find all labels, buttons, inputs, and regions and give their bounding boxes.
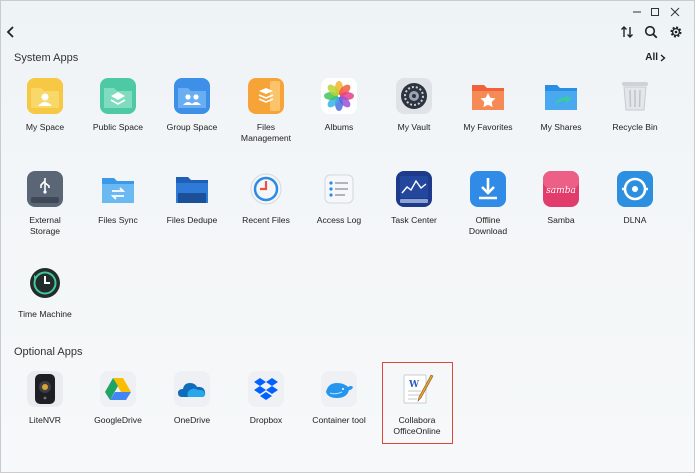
app-files-sync[interactable]: Files Sync bbox=[82, 171, 154, 226]
app-litenvr[interactable]: LiteNVR bbox=[9, 371, 81, 426]
app-label: Task Center bbox=[391, 215, 437, 225]
selection-highlight bbox=[382, 362, 453, 444]
app-public-space[interactable]: Public Space bbox=[82, 78, 154, 133]
app-container-tool[interactable]: Container tool bbox=[303, 371, 375, 426]
app-samba[interactable]: samba Samba bbox=[525, 171, 597, 226]
time-machine-icon bbox=[27, 265, 63, 301]
app-label: External Storage bbox=[29, 215, 61, 236]
folder-group-icon bbox=[174, 78, 210, 114]
minimize-icon[interactable] bbox=[629, 4, 645, 20]
chevron-left-icon[interactable] bbox=[4, 25, 18, 39]
app-label: Offline Download bbox=[468, 215, 508, 236]
app-label: My Favorites bbox=[463, 122, 513, 132]
app-recycle-bin[interactable]: Recycle Bin bbox=[599, 78, 671, 133]
chevron-right-icon bbox=[660, 53, 666, 62]
app-label: Samba bbox=[547, 215, 575, 225]
app-my-vault[interactable]: My Vault bbox=[378, 78, 450, 133]
app-albums[interactable]: Albums bbox=[303, 78, 375, 133]
app-label: DLNA bbox=[623, 215, 647, 225]
folder-layers-icon bbox=[100, 78, 136, 114]
container-whale-icon bbox=[321, 371, 357, 407]
folder-star-icon bbox=[470, 78, 506, 114]
app-dropbox[interactable]: Dropbox bbox=[230, 371, 302, 426]
all-label: All bbox=[645, 52, 658, 63]
system-apps-title: System Apps bbox=[14, 52, 79, 64]
app-label: Files Sync bbox=[98, 215, 138, 225]
folder-dedupe-icon bbox=[174, 171, 210, 207]
app-offline-download[interactable]: Offline Download bbox=[452, 171, 524, 237]
app-label: Files Dedupe bbox=[166, 215, 218, 225]
task-chart-icon bbox=[396, 171, 432, 207]
log-list-icon bbox=[321, 171, 357, 207]
optional-apps-title: Optional Apps bbox=[14, 346, 83, 358]
app-label: LiteNVR bbox=[29, 415, 61, 425]
app-onedrive[interactable]: OneDrive bbox=[156, 371, 228, 426]
app-dlna[interactable]: DLNA bbox=[599, 171, 671, 226]
app-label: Dropbox bbox=[249, 415, 283, 425]
app-recent-files[interactable]: Recent Files bbox=[230, 171, 302, 226]
app-label: GoogleDrive bbox=[94, 415, 142, 425]
app-label: Recent Files bbox=[242, 215, 290, 225]
download-icon bbox=[470, 171, 506, 207]
app-label: My Space bbox=[25, 122, 65, 132]
samba-icon: samba bbox=[543, 171, 579, 207]
all-link[interactable]: All bbox=[645, 52, 666, 63]
app-task-center[interactable]: Task Center bbox=[378, 171, 450, 226]
app-label: OneDrive bbox=[173, 415, 211, 425]
gear-icon[interactable] bbox=[667, 23, 685, 41]
dropbox-icon bbox=[248, 371, 284, 407]
app-external-storage[interactable]: External Storage bbox=[9, 171, 81, 237]
folder-share-icon bbox=[543, 78, 579, 114]
app-label: Time Machine bbox=[18, 309, 72, 319]
app-label: Files Management bbox=[240, 122, 292, 143]
app-access-log[interactable]: Access Log bbox=[303, 171, 375, 226]
app-my-favorites[interactable]: My Favorites bbox=[452, 78, 524, 133]
app-time-machine[interactable]: Time Machine bbox=[9, 265, 81, 320]
search-icon[interactable] bbox=[642, 23, 660, 41]
app-my-space[interactable]: My Space bbox=[9, 78, 81, 133]
dlna-icon bbox=[617, 171, 653, 207]
clock-icon bbox=[248, 171, 284, 207]
app-label: My Shares bbox=[540, 122, 582, 132]
files-stack-icon bbox=[248, 78, 284, 114]
app-label: Access Log bbox=[316, 215, 362, 225]
app-label: My Vault bbox=[397, 122, 431, 132]
google-drive-icon bbox=[100, 371, 136, 407]
app-files-management[interactable]: Files Management bbox=[230, 78, 302, 144]
app-window: System Apps All My Space Public Space Gr… bbox=[0, 0, 695, 473]
sync-folder-icon bbox=[100, 171, 136, 207]
maximize-icon[interactable] bbox=[647, 4, 663, 20]
app-files-dedupe[interactable]: Files Dedupe bbox=[156, 171, 228, 226]
albums-flower-icon bbox=[321, 78, 357, 114]
folder-user-icon bbox=[27, 78, 63, 114]
app-label: Recycle Bin bbox=[612, 122, 658, 132]
sort-icon[interactable] bbox=[618, 23, 636, 41]
app-label: Group Space bbox=[166, 122, 218, 132]
trash-icon bbox=[617, 78, 653, 114]
app-my-shares[interactable]: My Shares bbox=[525, 78, 597, 133]
app-label: Public Space bbox=[92, 122, 144, 132]
app-label: Container tool bbox=[312, 415, 366, 425]
app-googledrive[interactable]: GoogleDrive bbox=[82, 371, 154, 426]
camera-icon bbox=[27, 371, 63, 407]
close-icon[interactable] bbox=[667, 4, 683, 20]
vault-icon bbox=[396, 78, 432, 114]
app-label: Albums bbox=[324, 122, 354, 132]
onedrive-icon bbox=[174, 371, 210, 407]
app-group-space[interactable]: Group Space bbox=[156, 78, 228, 133]
svg-text:samba: samba bbox=[546, 186, 576, 196]
usb-drive-icon bbox=[27, 171, 63, 207]
